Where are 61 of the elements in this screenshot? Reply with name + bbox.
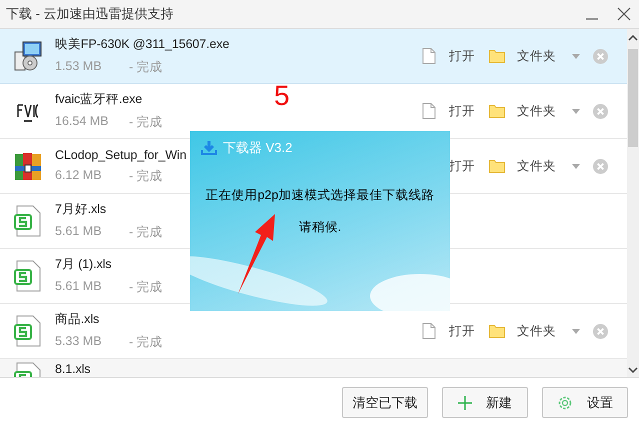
folder-link[interactable]: 文件夹: [517, 48, 556, 64]
caret-icon[interactable]: [572, 164, 580, 168]
file-name: 8.1.xls: [55, 362, 90, 376]
file-size: 6.12 MB: [55, 168, 103, 184]
folder-icon[interactable]: [489, 104, 505, 118]
download-status: - 完成: [129, 114, 163, 131]
document-icon[interactable]: [422, 103, 436, 119]
file-name: fvaic蓝牙秤.exe: [55, 91, 142, 108]
folder-link[interactable]: 文件夹: [517, 158, 556, 174]
close-icon[interactable]: [617, 7, 631, 21]
open-link[interactable]: 打开: [449, 48, 475, 64]
caret-icon[interactable]: [572, 108, 580, 114]
gear-icon: [557, 394, 573, 410]
open-link[interactable]: 打开: [449, 158, 475, 174]
file-name: 映美FP-630K @311_15607.exe: [55, 36, 230, 53]
file-size: 5.61 MB: [55, 279, 103, 295]
scrollbar[interactable]: [627, 29, 639, 377]
download-row[interactable]: 8.1.xls: [0, 359, 627, 377]
spreadsheet-icon: [14, 260, 42, 292]
settings-button[interactable]: 设置: [542, 387, 628, 418]
scroll-up-icon[interactable]: [628, 35, 638, 41]
spreadsheet-icon: [14, 205, 42, 237]
download-status: - 完成: [129, 224, 163, 241]
folder-icon[interactable]: [489, 159, 505, 173]
file-size: 5.33 MB: [55, 334, 103, 350]
download-row[interactable]: 映美FP-630K @311_15607.exe 1.53 MB - 完成 打开 文件夹: [0, 29, 627, 84]
spreadsheet-icon: [14, 315, 42, 347]
document-icon[interactable]: [422, 48, 436, 64]
new-button[interactable]: 新建: [442, 387, 528, 418]
download-status: - 完成: [129, 334, 163, 351]
folder-icon[interactable]: [489, 324, 505, 338]
file-name: 7月 (1).xls: [55, 256, 112, 273]
folder-icon[interactable]: [489, 49, 505, 63]
file-name: 商品.xls: [55, 311, 100, 328]
caret-icon[interactable]: [572, 328, 580, 334]
download-status: - 完成: [129, 279, 163, 296]
file-name: CLodop_Setup_for_Win: [55, 148, 186, 162]
open-link[interactable]: 打开: [449, 322, 475, 340]
installer-icon: [12, 40, 44, 72]
popup-message: 正在使用p2p加速模式选择最佳下载线路: [206, 187, 434, 204]
popup-title: 下载器 V3.2: [223, 139, 292, 157]
folder-link[interactable]: 文件夹: [517, 102, 556, 120]
file-size: 5.61 MB: [55, 224, 103, 240]
folder-link[interactable]: 文件夹: [517, 322, 556, 340]
plus-icon: [458, 396, 472, 410]
download-status: - 完成: [129, 59, 163, 76]
file-name: 7月好.xls: [55, 201, 106, 218]
file-size: 16.54 MB: [55, 114, 110, 130]
download-icon: [201, 141, 217, 155]
caret-icon[interactable]: [572, 54, 580, 58]
document-icon[interactable]: [422, 323, 436, 339]
clear-button[interactable]: 清空已下载: [342, 387, 428, 418]
popup-note: 请稍候.: [298, 219, 342, 236]
scroll-down-icon[interactable]: [628, 367, 638, 373]
download-status: - 完成: [129, 168, 163, 184]
archive-icon: [12, 150, 44, 182]
file-size: 1.53 MB: [55, 59, 103, 75]
annotation-number: 5: [274, 82, 290, 110]
window-title: 下载 - 云加速由迅雷提供支持: [6, 5, 174, 23]
scroll-thumb[interactable]: [628, 49, 638, 147]
open-link[interactable]: 打开: [449, 102, 475, 120]
